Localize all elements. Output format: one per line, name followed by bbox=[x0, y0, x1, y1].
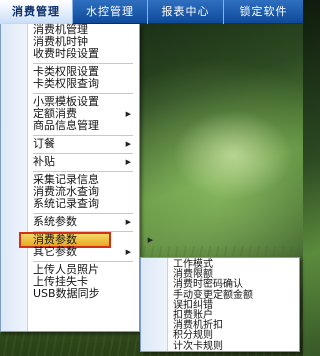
menu-item-label: 系统参数 bbox=[33, 215, 77, 228]
triangle-right-icon: ▶ bbox=[125, 158, 131, 166]
menu-item-system-params[interactable]: 系统参数 ▶ bbox=[33, 216, 139, 228]
triangle-right-icon: ▶ bbox=[147, 236, 153, 244]
top-menu-bar: 消费管理 水控管理 报表中心 锁定软件 bbox=[0, 0, 303, 24]
triangle-right-icon: ▶ bbox=[125, 248, 131, 256]
menu-item-system-records[interactable]: 系统记录查询 bbox=[33, 198, 139, 210]
top-menu-lock-software[interactable]: 锁定软件 bbox=[224, 0, 303, 24]
triangle-right-icon: ▶ bbox=[125, 218, 131, 226]
top-menu-consumption[interactable]: 消费管理 bbox=[0, 0, 73, 24]
menu-item-card-permission-query[interactable]: 卡类权限查询 bbox=[33, 78, 139, 90]
triangle-right-icon: ▶ bbox=[125, 140, 131, 148]
menu-item-label: 其它参数 bbox=[33, 245, 77, 258]
menu-item-usb-sync[interactable]: USB数据同步 bbox=[33, 288, 139, 300]
consumption-dropdown-menu: 消费机管理 消费机时钟 收费时段设置 卡类权限设置 卡类权限查询 小票模板设置 … bbox=[0, 24, 153, 332]
wallpaper-glow bbox=[173, 110, 293, 200]
submenu-item-count-card-rules[interactable]: 计次卡规则 bbox=[173, 341, 299, 352]
menu-item-label: 补贴 bbox=[33, 155, 55, 168]
consumption-params-submenu: 工作模式 消费限额 消费时密码确认 手动变更定额金额 误扣纠错 扣费账户 消费机… bbox=[140, 257, 300, 352]
menu-item-other-params[interactable]: 其它参数 ▶ bbox=[33, 246, 139, 258]
menu-item-label: 订餐 bbox=[33, 137, 55, 150]
menu-item-product-info[interactable]: 商品信息管理 bbox=[33, 120, 139, 132]
menu-item-charge-period[interactable]: 收费时段设置 bbox=[33, 48, 139, 60]
triangle-right-icon: ▶ bbox=[125, 110, 131, 118]
submenu-item-points-rules[interactable]: 积分规则 bbox=[173, 331, 299, 341]
menu-item-meal-order[interactable]: 订餐 ▶ bbox=[33, 138, 139, 150]
top-menu-report-center[interactable]: 报表中心 bbox=[148, 0, 224, 24]
menu-item-subsidy[interactable]: 补贴 ▶ bbox=[33, 156, 139, 168]
top-menu-water-control[interactable]: 水控管理 bbox=[73, 0, 148, 24]
